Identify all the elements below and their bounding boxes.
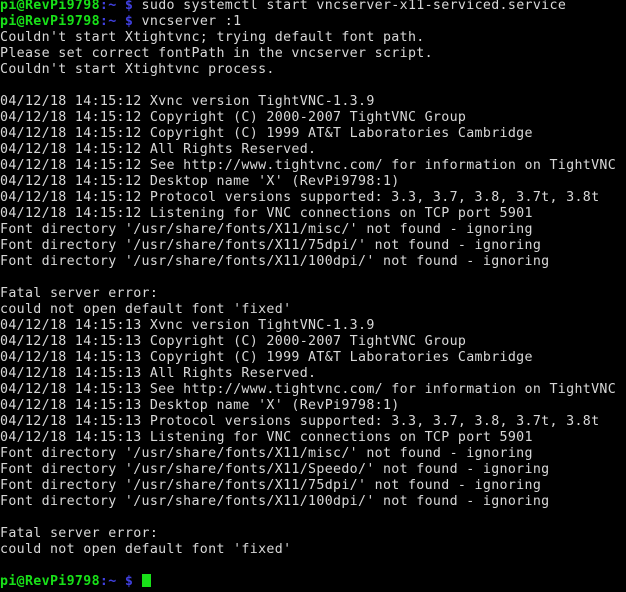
terminal-output-line: 04/12/18 14:15:13 Xvnc version TightVNC-… <box>0 318 626 334</box>
terminal-output-line: 04/12/18 14:15:12 Protocol versions supp… <box>0 190 626 206</box>
terminal-output-line: 04/12/18 14:15:12 Xvnc version TightVNC-… <box>0 94 626 110</box>
output-text: Couldn't start Xtightvnc; trying default… <box>0 30 425 45</box>
terminal-output-line: Fatal server error: <box>0 286 626 302</box>
output-text: 04/12/18 14:15:12 Protocol versions supp… <box>0 190 600 205</box>
terminal-output-line: Font directory '/usr/share/fonts/X11/75d… <box>0 238 626 254</box>
prompt-dollar-sign: $ <box>124 14 134 29</box>
prompt-dollar-sign: $ <box>124 0 134 13</box>
terminal-output-line: 04/12/18 14:15:13 Copyright (C) 1999 AT&… <box>0 350 626 366</box>
terminal-output-line: 04/12/18 14:15:13 Listening for VNC conn… <box>0 430 626 446</box>
prompt-path: :~ <box>99 14 117 29</box>
terminal-output-line: 04/12/18 14:15:12 Listening for VNC conn… <box>0 206 626 222</box>
output-text: Please set correct fontPath in the vncse… <box>0 46 433 61</box>
output-text: Font directory '/usr/share/fonts/X11/100… <box>0 494 550 509</box>
terminal-output-line: Font directory '/usr/share/fonts/X11/mis… <box>0 446 626 462</box>
output-text: 04/12/18 14:15:12 Desktop name 'X' (RevP… <box>0 174 400 189</box>
text-cursor[interactable] <box>141 574 151 587</box>
output-text: Font directory '/usr/share/fonts/X11/100… <box>0 254 550 269</box>
terminal-output-line: Font directory '/usr/share/fonts/X11/mis… <box>0 222 626 238</box>
prompt-path: :~ <box>99 0 117 13</box>
terminal-prompt-line: pi@RevPi9798:~ $ <box>0 574 626 590</box>
output-text: Font directory '/usr/share/fonts/X11/Spe… <box>0 462 550 477</box>
output-text: Fatal server error: <box>0 526 159 541</box>
output-text: 04/12/18 14:15:13 Xvnc version TightVNC-… <box>0 318 375 333</box>
output-text: Font directory '/usr/share/fonts/X11/75d… <box>0 478 542 493</box>
output-text: 04/12/18 14:15:13 See http://www.tightvn… <box>0 382 617 397</box>
output-text: 04/12/18 14:15:13 Copyright (C) 2000-200… <box>0 334 467 349</box>
terminal-output-line: Font directory '/usr/share/fonts/X11/100… <box>0 494 626 510</box>
prompt-user-host: pi@RevPi9798 <box>0 14 100 29</box>
terminal-output-line: could not open default font 'fixed' <box>0 542 626 558</box>
output-text: Couldn't start Xtightvnc process. <box>0 62 275 77</box>
output-text: 04/12/18 14:15:13 Copyright (C) 1999 AT&… <box>0 350 533 365</box>
terminal-output-line: Font directory '/usr/share/fonts/X11/Spe… <box>0 462 626 478</box>
terminal-output-line: 04/12/18 14:15:12 Copyright (C) 1999 AT&… <box>0 126 626 142</box>
output-text: 04/12/18 14:15:12 Copyright (C) 2000-200… <box>0 110 467 125</box>
output-text: 04/12/18 14:15:13 All Rights Reserved. <box>0 366 317 381</box>
output-text: Fatal server error: <box>0 286 159 301</box>
output-text: Font directory '/usr/share/fonts/X11/mis… <box>0 222 533 237</box>
terminal-output-line: Fatal server error: <box>0 526 626 542</box>
terminal-prompt-line: pi@RevPi9798:~ $ vncserver :1 <box>0 14 626 30</box>
output-text: 04/12/18 14:15:12 All Rights Reserved. <box>0 142 317 157</box>
terminal-output-line: 04/12/18 14:15:12 All Rights Reserved. <box>0 142 626 158</box>
terminal-output-line: 04/12/18 14:15:12 See http://www.tightvn… <box>0 158 626 174</box>
terminal-output-line: 04/12/18 14:15:12 Desktop name 'X' (RevP… <box>0 174 626 190</box>
terminal-output-line: 04/12/18 14:15:13 Desktop name 'X' (RevP… <box>0 398 626 414</box>
terminal-output-line: Please set correct fontPath in the vncse… <box>0 46 626 62</box>
output-text: could not open default font 'fixed' <box>0 542 292 557</box>
output-text: 04/12/18 14:15:13 Desktop name 'X' (RevP… <box>0 398 400 413</box>
output-text: 04/12/18 14:15:12 See http://www.tightvn… <box>0 158 617 173</box>
prompt-path: :~ <box>99 574 117 589</box>
output-text: 04/12/18 14:15:13 Protocol versions supp… <box>0 414 600 429</box>
prompt-user-host: pi@RevPi9798 <box>0 574 100 589</box>
terminal-output-line: 04/12/18 14:15:13 Copyright (C) 2000-200… <box>0 334 626 350</box>
prompt-user-host: pi@RevPi9798 <box>0 0 100 13</box>
terminal-output-line: 04/12/18 14:15:13 All Rights Reserved. <box>0 366 626 382</box>
terminal-screen[interactable]: pi@RevPi9798:~ $ sudo systemctl start vn… <box>0 0 626 590</box>
terminal-output-line: Font directory '/usr/share/fonts/X11/100… <box>0 254 626 270</box>
terminal-window[interactable]: pi@RevPi9798:~ $ sudo systemctl start vn… <box>0 0 626 592</box>
typed-command: vncserver :1 <box>141 14 242 29</box>
output-text: 04/12/18 14:15:12 Listening for VNC conn… <box>0 206 533 221</box>
terminal-output-line: Couldn't start Xtightvnc process. <box>0 62 626 78</box>
output-text: Font directory '/usr/share/fonts/X11/mis… <box>0 446 533 461</box>
output-text: 04/12/18 14:15:12 Copyright (C) 1999 AT&… <box>0 126 533 141</box>
terminal-output-line: Font directory '/usr/share/fonts/X11/75d… <box>0 478 626 494</box>
output-text: 04/12/18 14:15:13 Listening for VNC conn… <box>0 430 533 445</box>
terminal-output-line: 04/12/18 14:15:13 Protocol versions supp… <box>0 414 626 430</box>
output-text: could not open default font 'fixed' <box>0 302 292 317</box>
terminal-output-line: Couldn't start Xtightvnc; trying default… <box>0 30 626 46</box>
terminal-prompt-line: pi@RevPi9798:~ $ sudo systemctl start vn… <box>0 0 626 14</box>
terminal-output-line: could not open default font 'fixed' <box>0 302 626 318</box>
output-text: Font directory '/usr/share/fonts/X11/75d… <box>0 238 542 253</box>
terminal-output-line: 04/12/18 14:15:12 Copyright (C) 2000-200… <box>0 110 626 126</box>
typed-command: sudo systemctl start vncserver-x11-servi… <box>141 0 567 13</box>
output-text: 04/12/18 14:15:12 Xvnc version TightVNC-… <box>0 94 375 109</box>
prompt-dollar-sign: $ <box>124 574 134 589</box>
terminal-output-line: 04/12/18 14:15:13 See http://www.tightvn… <box>0 382 626 398</box>
